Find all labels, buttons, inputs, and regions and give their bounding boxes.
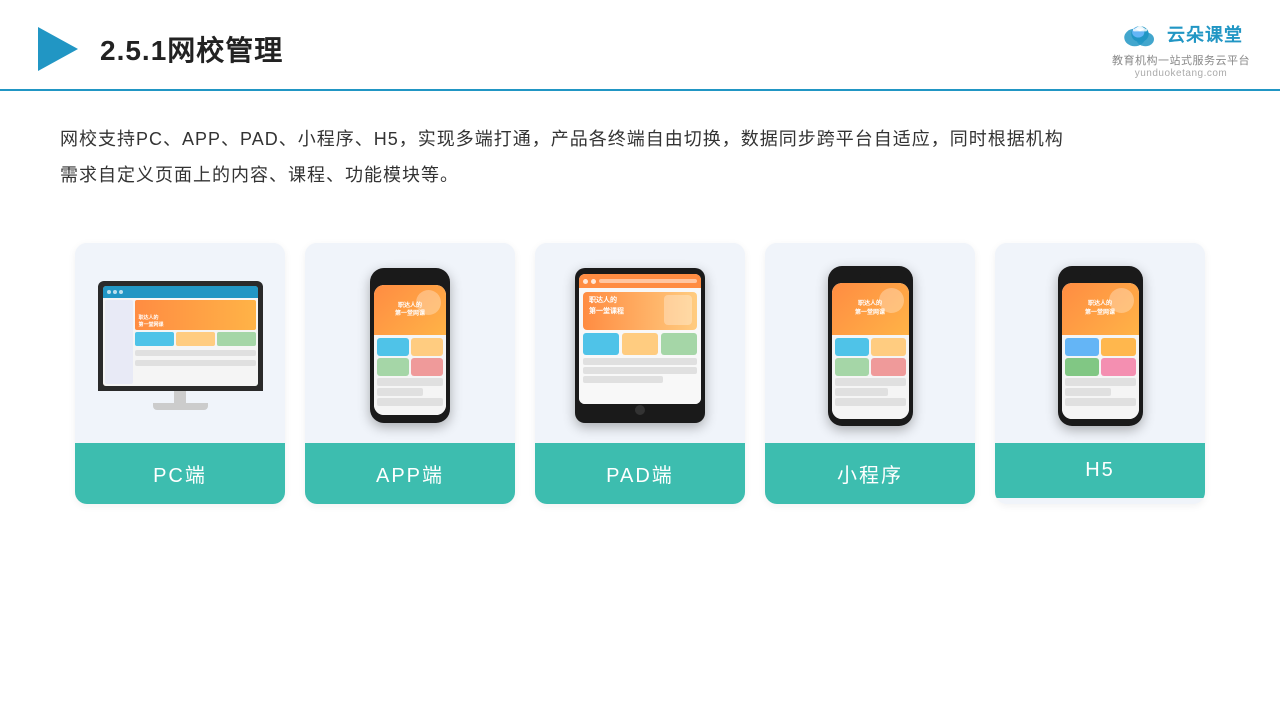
card-miniprogram-image: 职达人的第一堂网课 [765, 243, 975, 443]
card-pad: 职达人的第一堂课程 [535, 243, 745, 504]
card-h5: 职达人的第一堂网课 [995, 243, 1205, 504]
h5-phone-illustration: 职达人的第一堂网课 [1058, 266, 1143, 426]
logo-tagline: 教育机构一站式服务云平台 [1112, 52, 1250, 68]
card-pc: 职达人的第一堂网课 [75, 243, 285, 504]
card-app: 职达人的第一堂网课 [305, 243, 515, 504]
app-phone-illustration: 职达人的第一堂网课 [370, 268, 450, 423]
card-miniprogram-label: 小程序 [765, 443, 975, 504]
header-left: 2.5.1网校管理 [30, 23, 283, 75]
card-pc-image: 职达人的第一堂网课 [75, 243, 285, 443]
description-line2: 需求自定义页面上的内容、课程、功能模块等。 [60, 157, 1220, 193]
header: 2.5.1网校管理 云朵课堂 教育机构一站式服务云平台 yunduoketang… [0, 0, 1280, 91]
card-miniprogram: 职达人的第一堂网课 [765, 243, 975, 504]
logo-area: 云朵课堂 教育机构一站式服务云平台 yunduoketang.com [1112, 18, 1250, 79]
card-app-image: 职达人的第一堂网课 [305, 243, 515, 443]
play-icon [30, 23, 82, 75]
pc-monitor-illustration: 职达人的第一堂网课 [98, 281, 263, 410]
card-pad-image: 职达人的第一堂课程 [535, 243, 745, 443]
miniprogram-phone-illustration: 职达人的第一堂网课 [828, 266, 913, 426]
pad-tablet-illustration: 职达人的第一堂课程 [575, 268, 705, 423]
cards-section: 职达人的第一堂网课 [0, 213, 1280, 524]
page-title: 2.5.1网校管理 [100, 29, 283, 69]
card-app-label: APP端 [305, 443, 515, 504]
description-line1: 网校支持PC、APP、PAD、小程序、H5，实现多端打通，产品各终端自由切换，数… [60, 121, 1220, 157]
logo-url: yunduoketang.com [1135, 68, 1228, 79]
logo-cloud: 云朵课堂 [1119, 18, 1243, 50]
cloud-icon [1119, 18, 1161, 50]
card-pc-label: PC端 [75, 443, 285, 504]
card-h5-label: H5 [995, 443, 1205, 498]
description: 网校支持PC、APP、PAD、小程序、H5，实现多端打通，产品各终端自由切换，数… [0, 91, 1280, 203]
logo-text: 云朵课堂 [1167, 21, 1243, 47]
card-h5-image: 职达人的第一堂网课 [995, 243, 1205, 443]
card-pad-label: PAD端 [535, 443, 745, 504]
